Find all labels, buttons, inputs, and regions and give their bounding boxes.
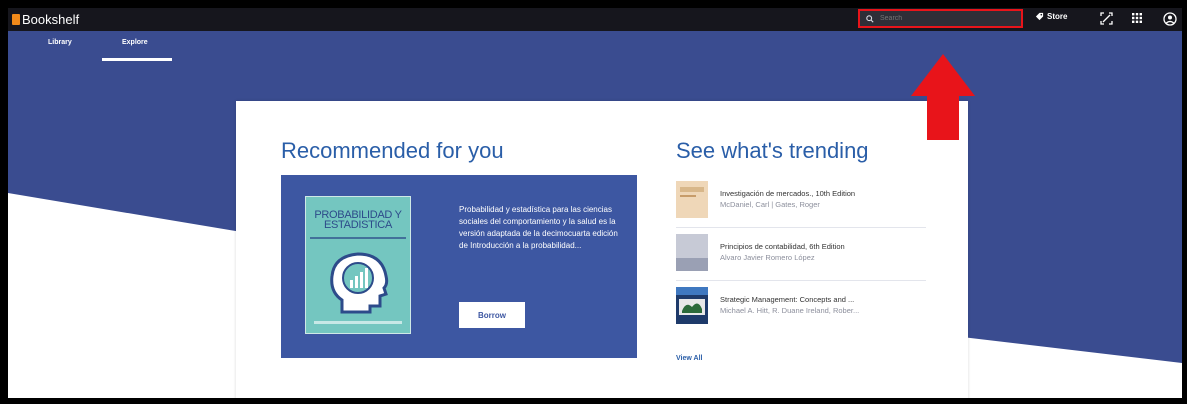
trending-heading: See what's trending bbox=[676, 138, 869, 163]
app-title: Bookshelf bbox=[22, 12, 80, 27]
store-label: Store bbox=[1047, 12, 1068, 21]
recommended-heading: Recommended for you bbox=[281, 138, 504, 163]
tab-bar: Library Explore bbox=[8, 31, 1182, 63]
view-all-link[interactable]: View All bbox=[676, 355, 702, 362]
book-thumbnail bbox=[676, 234, 708, 271]
cover-divider bbox=[310, 237, 406, 239]
account-icon[interactable] bbox=[1163, 12, 1177, 26]
app-window: Bookshelf Store bbox=[8, 8, 1182, 398]
cover-footer-line bbox=[314, 321, 402, 324]
red-arrow-indicator bbox=[911, 54, 975, 140]
book-description: Probabilidad y estadística para las cien… bbox=[459, 205, 618, 250]
search-box[interactable] bbox=[858, 9, 1023, 28]
tab-explore[interactable]: Explore bbox=[122, 39, 148, 46]
scan-icon[interactable] bbox=[1100, 12, 1113, 25]
tab-library[interactable]: Library bbox=[48, 39, 72, 46]
bookshelf-logo-icon bbox=[12, 14, 20, 25]
head-chart-illustration bbox=[330, 252, 389, 314]
book-title: Investigación de mercados., 10th Edition bbox=[720, 189, 856, 198]
app-logo[interactable]: Bookshelf bbox=[12, 12, 79, 27]
trending-item[interactable]: Principios de contabilidad, 6th Edition … bbox=[676, 234, 926, 281]
book-cover[interactable]: PROBABILIDAD Y ESTADISTICA bbox=[305, 196, 411, 334]
book-author: Alvaro Javier Romero López bbox=[720, 253, 815, 262]
tag-icon bbox=[1035, 12, 1044, 21]
store-button[interactable]: Store bbox=[1035, 12, 1067, 21]
recommended-book-panel: PROBABILIDAD Y ESTADISTICA Probabilidad … bbox=[281, 175, 637, 358]
book-title: Strategic Management: Concepts and ... bbox=[720, 295, 855, 304]
trending-item[interactable]: Investigación de mercados., 10th Edition… bbox=[676, 181, 926, 228]
book-cover-title: PROBABILIDAD Y ESTADISTICA bbox=[314, 209, 402, 231]
book-thumbnail bbox=[676, 181, 708, 218]
search-input[interactable] bbox=[878, 14, 1002, 23]
search-icon bbox=[866, 14, 874, 23]
book-thumbnail bbox=[676, 287, 708, 324]
top-bar: Bookshelf Store bbox=[8, 8, 1182, 31]
active-tab-indicator bbox=[102, 58, 172, 61]
book-title: Principios de contabilidad, 6th Edition bbox=[720, 242, 845, 251]
explore-card: Recommended for you See what's trending … bbox=[236, 101, 968, 398]
book-author: McDaniel, Carl | Gates, Roger bbox=[720, 200, 820, 209]
book-author: Michael A. Hitt, R. Duane Ireland, Rober… bbox=[720, 306, 860, 315]
trending-item[interactable]: Strategic Management: Concepts and ... M… bbox=[676, 287, 926, 333]
borrow-button[interactable]: Borrow bbox=[459, 302, 525, 328]
grid-icon[interactable] bbox=[1131, 12, 1143, 24]
